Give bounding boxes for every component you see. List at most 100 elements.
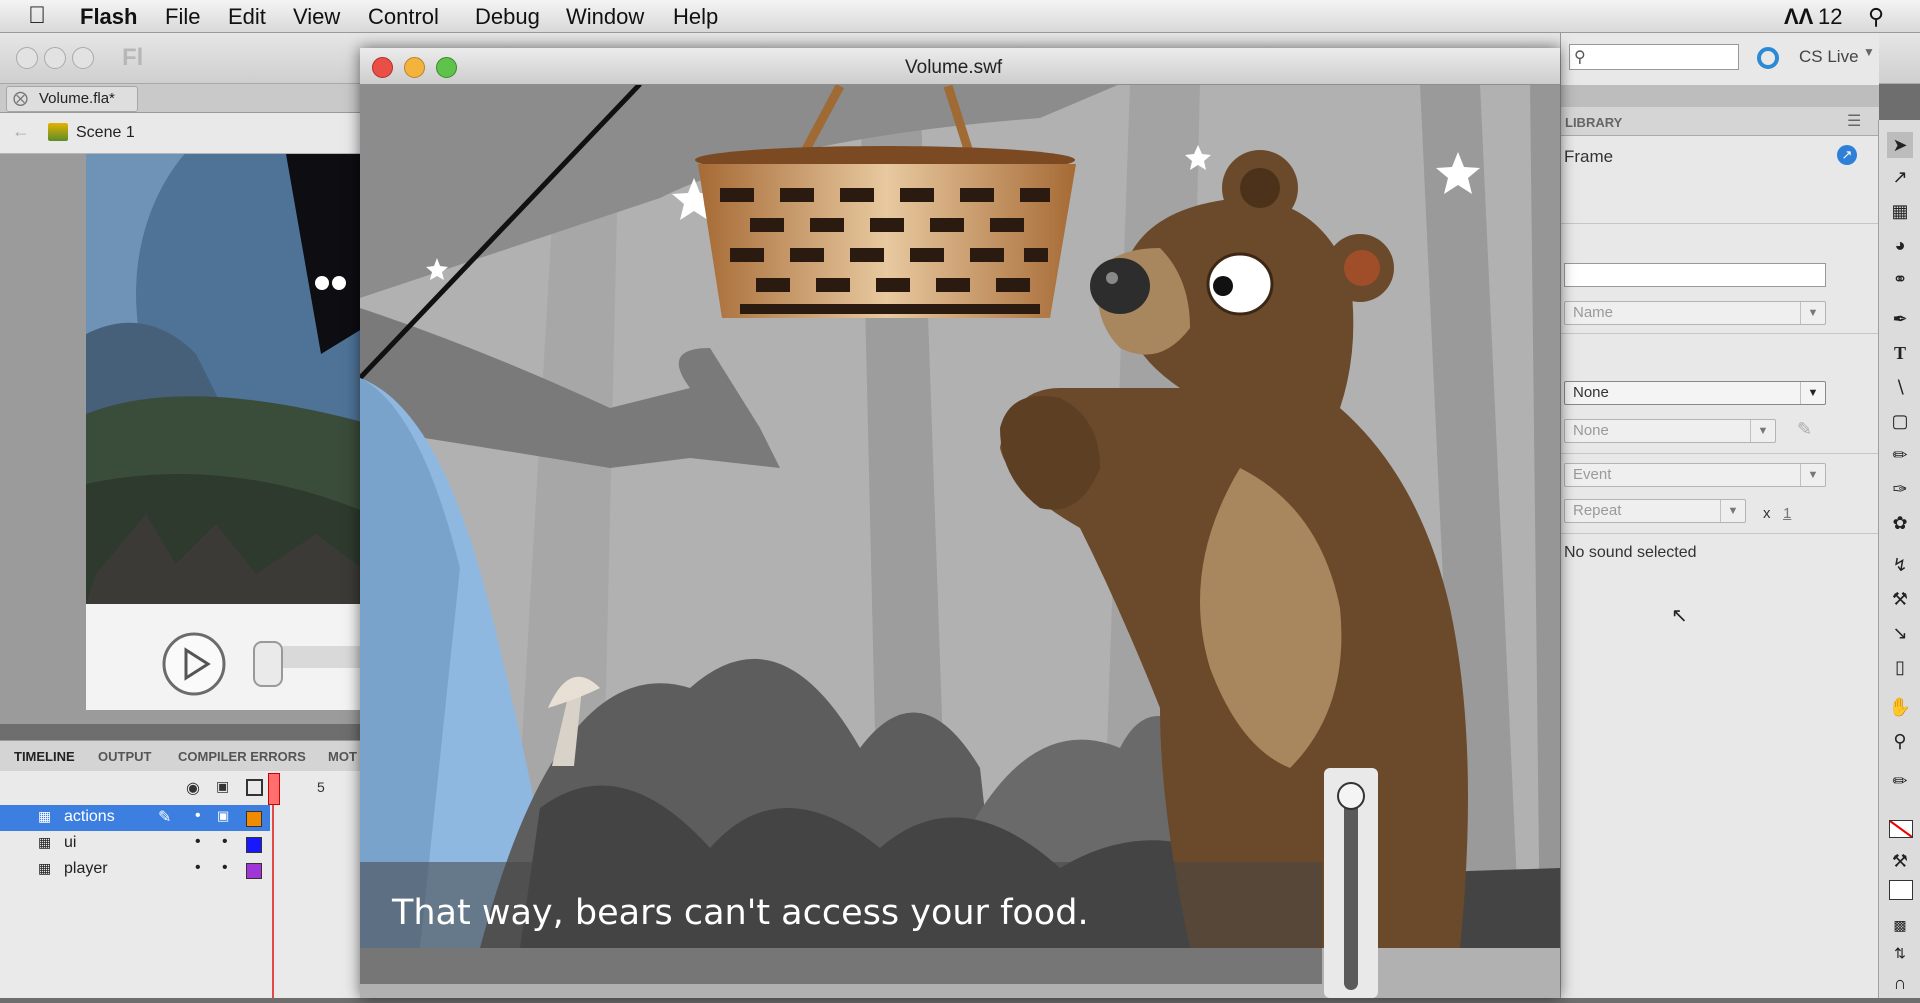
pen-tool-icon[interactable]: ✒ [1887,306,1913,332]
menu-file[interactable]: File [165,4,200,30]
layer-row-ui[interactable]: ▦ ui • • [0,831,270,857]
adobe-notification-count: 12 [1818,4,1843,29]
deco-tool-icon[interactable]: ✿ [1887,510,1913,536]
selection-tool-icon[interactable]: ➤ [1887,132,1913,158]
layer-name: ui [64,834,77,851]
menu-window[interactable]: Window [566,4,644,30]
panel-collapse-bar[interactable] [1561,85,1879,107]
paint-bucket-tool-icon[interactable]: ⚒ [1887,586,1913,612]
eye-icon[interactable]: ◉ [186,778,200,798]
zoom-tool-icon[interactable]: ⚲ [1887,728,1913,754]
hand-tool-icon[interactable]: ✋ [1887,694,1913,720]
text-tool-icon[interactable]: T [1887,340,1913,366]
close-tab-icon[interactable]: ⨂ [13,89,28,107]
sync-value: Event [1573,466,1612,483]
layer-color-swatch[interactable] [246,863,262,879]
minimize-window-icon[interactable] [404,57,425,78]
lock-toggle-icon[interactable]: ▣ [217,808,229,824]
swf-window-titlebar[interactable]: Volume.swf [360,48,1560,85]
layer-row-player[interactable]: ▦ player • • [0,857,270,883]
eyedropper-tool-icon[interactable]: ↘ [1887,620,1913,646]
rectangle-tool-icon[interactable]: ▢ [1887,408,1913,434]
spotlight-icon[interactable]: ⚲ [1868,4,1884,30]
stage-canvas[interactable] [86,154,370,710]
lock-dot[interactable]: • [222,833,228,851]
tab-library[interactable]: LIBRARY [1565,115,1622,130]
swf-player-window[interactable] [358,48,1560,998]
document-tab[interactable]: ⨂ Volume.fla* [6,86,138,112]
menu-view[interactable]: View [293,4,340,30]
tab-motion-editor[interactable]: MOT [328,749,357,764]
bone-tool-icon[interactable]: ↯ [1887,552,1913,578]
visibility-dot[interactable]: • [195,859,201,877]
tab-timeline[interactable]: TIMELINE [14,749,75,764]
menu-control[interactable]: Control [368,4,439,30]
line-tool-icon[interactable]: ∖ [1887,374,1913,400]
edit-envelope-pencil-icon[interactable]: ✎ [1797,419,1812,440]
tools-panel: ➤ ↗ ▦ ◕ ⚭ ✒ T ∖ ▢ ✏ ✑ ✿ ↯ ⚒ ↘ ▯ ✋ ⚲ ✏ ⚒ … [1878,120,1920,998]
adobe-icon[interactable]: ΛΛ [1784,4,1813,30]
tab-compiler-errors[interactable]: COMPILER ERRORS [178,749,306,764]
menu-app-name[interactable]: Flash [80,4,137,30]
pencil-crossed-icon[interactable]: ✎ [158,807,171,827]
layer-row-actions[interactable]: ▦ actions ✎ • ▣ [0,805,270,831]
lasso-tool-icon[interactable]: ⚭ [1887,266,1913,292]
zoom-icon[interactable] [72,47,94,69]
sound-effect-value: None [1573,422,1609,439]
help-search-input[interactable]: ⚲ [1569,44,1739,70]
default-colors-icon[interactable]: ▩ [1887,912,1913,938]
sound-effect-select[interactable]: None ▼ [1564,419,1776,443]
lock-dot[interactable]: • [222,859,228,877]
divider [1561,533,1879,534]
repeat-count-field[interactable]: 1 [1783,505,1791,522]
sound-name-select[interactable]: None ▼ [1564,381,1826,405]
animation-scene [358,82,1560,998]
tab-output[interactable]: OUTPUT [98,749,151,764]
snap-to-objects-icon[interactable]: ∩ [1887,970,1913,996]
free-transform-tool-icon[interactable]: ▦ [1887,198,1913,224]
chevron-down-icon: ▼ [1800,302,1825,324]
menu-edit[interactable]: Edit [228,4,266,30]
layer-name: player [64,860,108,877]
chevron-down-icon[interactable]: ▼ [1863,45,1875,59]
frame-section-label: Frame [1564,147,1614,166]
back-arrow-icon[interactable]: ← [12,121,30,142]
scene-label[interactable]: Scene 1 [76,124,135,142]
stroke-color-icon[interactable]: ✏ [1887,768,1913,794]
sync-select[interactable]: Event ▼ [1564,463,1826,487]
flash-logo: Fl [122,44,144,71]
chevron-down-icon: ▼ [1800,382,1825,404]
close-icon[interactable] [16,47,38,69]
apple-icon[interactable]:  [28,2,46,30]
3d-rotation-tool-icon[interactable]: ◕ [1887,232,1913,258]
stroke-color-swatch[interactable] [1889,820,1913,838]
brush-tool-icon[interactable]: ✑ [1887,476,1913,502]
visibility-dot[interactable]: • [195,807,201,825]
visibility-dot[interactable]: • [195,833,201,851]
minimize-icon[interactable] [44,47,66,69]
fill-color-icon[interactable]: ⚒ [1887,848,1913,874]
playhead[interactable] [268,773,280,805]
outline-icon[interactable] [246,779,263,796]
fill-color-swatch[interactable] [1889,880,1913,900]
help-icon[interactable]: ↗ [1837,145,1857,165]
layer-color-swatch[interactable] [246,811,262,827]
swap-colors-icon[interactable]: ⇅ [1887,940,1913,966]
panel-menu-icon[interactable]: ☰ [1847,111,1861,131]
layer-color-swatch[interactable] [246,837,262,853]
timeline-tab-bar: TIMELINE OUTPUT COMPILER ERRORS MOT [0,740,370,772]
frame-label-input[interactable] [1564,263,1826,287]
eraser-tool-icon[interactable]: ▯ [1887,654,1913,680]
label-type-select[interactable]: Name ▼ [1564,301,1826,325]
menu-debug[interactable]: Debug [475,4,540,30]
chevron-down-icon: ▼ [1720,500,1745,522]
pencil-tool-icon[interactable]: ✏ [1887,442,1913,468]
cs-live-button[interactable]: CS Live [1799,47,1859,67]
subselection-tool-icon[interactable]: ↗ [1887,164,1913,190]
zoom-window-icon[interactable] [436,57,457,78]
repeat-select[interactable]: Repeat ▼ [1564,499,1746,523]
menu-help[interactable]: Help [673,4,718,30]
lock-icon[interactable]: ▣ [216,778,229,795]
cs-live-icon[interactable] [1757,47,1779,69]
close-window-icon[interactable] [372,57,393,78]
